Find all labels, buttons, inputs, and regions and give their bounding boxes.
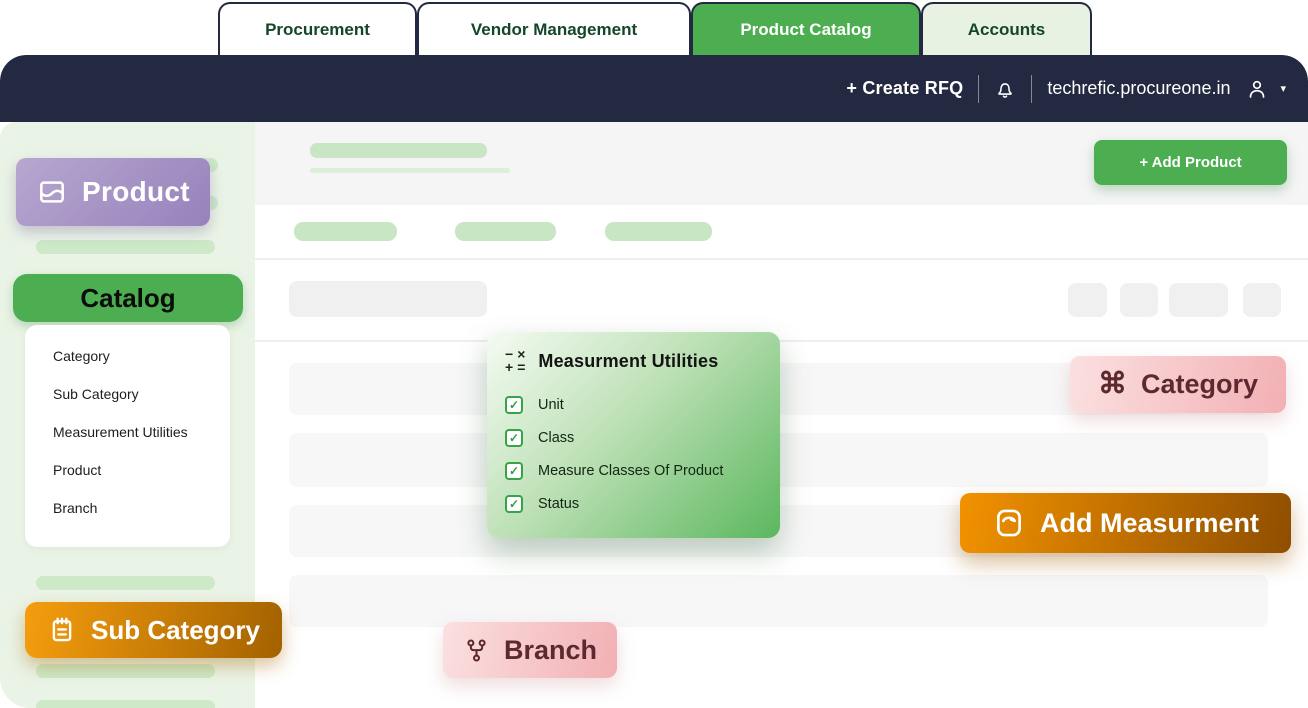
math-operations-icon: −×+= bbox=[505, 348, 525, 374]
product-box-icon bbox=[36, 176, 68, 208]
toolbar-button-skeleton[interactable] bbox=[1243, 283, 1281, 317]
checkbox-checked-icon[interactable]: ✓ bbox=[505, 462, 523, 480]
catalog-button-label: Catalog bbox=[80, 283, 175, 314]
sidebar-item-category[interactable]: Category bbox=[25, 337, 230, 375]
sidebar-item-sub-category[interactable]: Sub Category bbox=[25, 375, 230, 413]
notepad-icon bbox=[47, 615, 77, 645]
sidebar-item-product[interactable]: Product bbox=[25, 451, 230, 489]
add-measurement-button[interactable]: Add Measurment bbox=[960, 493, 1291, 553]
tab-vendor-management[interactable]: Vendor Management bbox=[417, 2, 691, 55]
measurement-card-list: ✓ Unit ✓ Class ✓ Measure Classes Of Prod… bbox=[505, 388, 762, 520]
branch-icon bbox=[463, 637, 490, 664]
sidebar-skeleton-bar bbox=[36, 240, 215, 254]
measurement-option-class[interactable]: ✓ Class bbox=[505, 421, 762, 454]
filter-tab-skeleton[interactable] bbox=[294, 222, 397, 241]
category-badge[interactable]: ⌘ Category bbox=[1070, 356, 1286, 413]
checkbox-checked-icon[interactable]: ✓ bbox=[505, 429, 523, 447]
measurement-option-status[interactable]: ✓ Status bbox=[505, 487, 762, 520]
table-row-skeleton bbox=[289, 575, 1268, 627]
measurement-option-label: Unit bbox=[538, 397, 564, 413]
product-button-label: Product bbox=[82, 176, 190, 208]
tab-procurement[interactable]: Procurement bbox=[218, 2, 417, 55]
checkbox-checked-icon[interactable]: ✓ bbox=[505, 396, 523, 414]
divider bbox=[255, 340, 1308, 342]
toolbar-button-skeleton[interactable] bbox=[1169, 283, 1228, 317]
navbar-divider bbox=[978, 75, 979, 103]
sub-category-button[interactable]: Sub Category bbox=[25, 602, 282, 658]
catalog-menu-panel: Category Sub Category Measurement Utilit… bbox=[25, 325, 230, 547]
sidebar-item-measurement-utilities[interactable]: Measurement Utilities bbox=[25, 413, 230, 451]
add-product-button[interactable]: + Add Product bbox=[1094, 140, 1287, 185]
page-title-skeleton bbox=[310, 143, 487, 158]
search-field-skeleton[interactable] bbox=[289, 281, 487, 317]
sidebar-item-branch[interactable]: Branch bbox=[25, 489, 230, 527]
chevron-down-icon[interactable]: ▾ bbox=[1280, 82, 1286, 95]
toolbar-button-skeleton[interactable] bbox=[1120, 283, 1158, 317]
page-title-underline-skeleton bbox=[310, 168, 510, 173]
checkbox-checked-icon[interactable]: ✓ bbox=[505, 495, 523, 513]
sub-category-button-label: Sub Category bbox=[91, 615, 260, 646]
measurement-option-label: Class bbox=[538, 430, 574, 446]
filter-tab-skeleton[interactable] bbox=[455, 222, 556, 241]
category-badge-label: Category bbox=[1141, 369, 1258, 400]
product-button[interactable]: Product bbox=[16, 158, 210, 226]
measurement-utilities-card: −×+= Measurment Utilities ✓ Unit ✓ Class… bbox=[487, 332, 780, 538]
measurement-card-header: −×+= Measurment Utilities bbox=[505, 348, 762, 374]
divider bbox=[255, 258, 1308, 260]
measurement-option-unit[interactable]: ✓ Unit bbox=[505, 388, 762, 421]
app-frame: + Create RFQ techrefic.procureone.in ▾ bbox=[0, 55, 1308, 708]
sidebar-skeleton-bar bbox=[36, 700, 215, 708]
toolbar-button-skeleton[interactable] bbox=[1068, 283, 1107, 317]
measurement-card-title: Measurment Utilities bbox=[538, 351, 718, 372]
tab-accounts[interactable]: Accounts bbox=[921, 2, 1092, 55]
top-navbar: + Create RFQ techrefic.procureone.in ▾ bbox=[0, 55, 1308, 122]
measurement-option-label: Status bbox=[538, 496, 579, 512]
scale-icon bbox=[992, 506, 1026, 540]
bell-icon[interactable] bbox=[994, 78, 1016, 100]
user-profile-icon[interactable] bbox=[1245, 77, 1269, 101]
tenant-domain-link[interactable]: techrefic.procureone.in bbox=[1047, 78, 1230, 99]
sidebar-skeleton-bar bbox=[36, 664, 215, 678]
sidebar-skeleton-bar bbox=[36, 576, 215, 590]
navbar-divider bbox=[1031, 75, 1032, 103]
app-window: Procurement Vendor Management Product Ca… bbox=[0, 0, 1308, 708]
command-icon: ⌘ bbox=[1098, 370, 1127, 399]
measurement-option-label: Measure Classes Of Product bbox=[538, 463, 723, 479]
branch-badge-label: Branch bbox=[504, 635, 597, 666]
create-rfq-button[interactable]: + Create RFQ bbox=[846, 78, 963, 99]
tab-product-catalog[interactable]: Product Catalog bbox=[691, 2, 921, 55]
measurement-option-measure-classes[interactable]: ✓ Measure Classes Of Product bbox=[505, 454, 762, 487]
add-measurement-label: Add Measurment bbox=[1040, 508, 1259, 539]
catalog-button[interactable]: Catalog bbox=[13, 274, 243, 322]
filter-tab-skeleton[interactable] bbox=[605, 222, 712, 241]
branch-badge[interactable]: Branch bbox=[443, 622, 617, 678]
